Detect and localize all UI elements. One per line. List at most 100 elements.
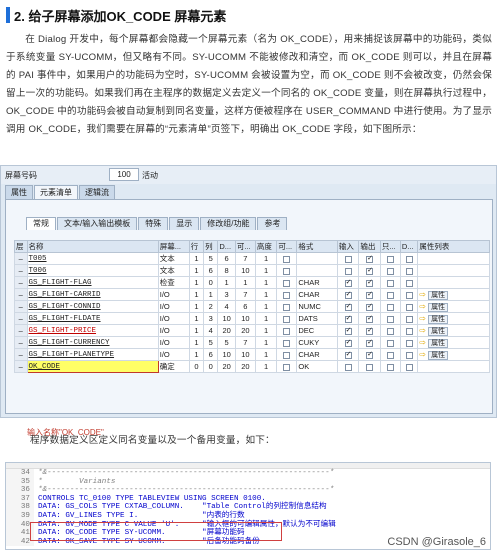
checkbox[interactable]: [366, 266, 374, 275]
element-name-cell[interactable]: GS_FLIGHT-CURRENCY: [26, 336, 159, 349]
element-name-cell[interactable]: GS_FLIGHT-PRICE: [26, 324, 159, 337]
attributes-button[interactable]: 属性: [428, 326, 449, 336]
element-type-cell[interactable]: I/O: [157, 336, 190, 349]
deflength-cell[interactable]: 1: [217, 276, 236, 289]
vislength-cell[interactable]: 7: [234, 252, 256, 265]
scroll-checkbox-cell[interactable]: [276, 252, 298, 265]
input-checkbox-cell[interactable]: [336, 336, 360, 349]
checkbox[interactable]: [344, 278, 352, 287]
element-name-cell[interactable]: T005: [26, 252, 159, 265]
dropdown-checkbox-cell[interactable]: [399, 336, 419, 349]
checkbox[interactable]: [344, 255, 352, 263]
dropdown-checkbox-cell[interactable]: [399, 312, 419, 325]
checkbox[interactable]: [386, 279, 394, 287]
height-cell[interactable]: 1: [254, 360, 278, 373]
input-checkbox-cell[interactable]: [336, 252, 360, 265]
checkbox[interactable]: [344, 326, 352, 335]
format-cell[interactable]: CHAR: [296, 348, 338, 361]
element-type-cell[interactable]: I/O: [157, 324, 190, 337]
element-name-cell[interactable]: GS_FLIGHT-PLANETYPE: [26, 348, 159, 361]
readonly-checkbox-cell[interactable]: [379, 312, 401, 325]
checkbox[interactable]: [283, 315, 291, 323]
row-selector[interactable]: –: [14, 300, 28, 313]
attributes-button[interactable]: 属性: [428, 338, 449, 348]
checkbox[interactable]: [366, 290, 374, 299]
row-selector[interactable]: –: [14, 324, 28, 337]
checkbox[interactable]: [283, 255, 291, 263]
line-cell[interactable]: 1: [188, 252, 205, 265]
attributes-cell[interactable]: ⇨ 属性: [417, 312, 490, 325]
line-cell[interactable]: 1: [188, 348, 205, 361]
height-cell[interactable]: 1: [254, 324, 278, 337]
line-cell[interactable]: 1: [188, 276, 205, 289]
element-type-cell[interactable]: I/O: [157, 348, 190, 361]
column-cell[interactable]: 5: [203, 252, 219, 265]
output-checkbox-cell[interactable]: [358, 252, 381, 265]
checkbox[interactable]: [344, 350, 352, 359]
column-cell[interactable]: 2: [203, 300, 219, 313]
scroll-checkbox-cell[interactable]: [276, 348, 298, 361]
subtab-general[interactable]: 常规: [26, 217, 56, 230]
element-name-cell[interactable]: GS_FLIGHT-FLDATE: [26, 312, 159, 325]
checkbox[interactable]: [386, 339, 394, 347]
scroll-checkbox-cell[interactable]: [276, 336, 298, 349]
checkbox[interactable]: [366, 254, 374, 263]
height-cell[interactable]: 1: [254, 336, 278, 349]
output-checkbox-cell[interactable]: [358, 300, 381, 313]
scroll-checkbox-cell[interactable]: [276, 264, 298, 277]
vislength-cell[interactable]: 7: [234, 288, 256, 301]
deflength-cell[interactable]: 6: [217, 252, 236, 265]
dropdown-checkbox-cell[interactable]: [399, 252, 419, 265]
element-name-cell[interactable]: T006: [26, 264, 159, 277]
attributes-cell[interactable]: [417, 360, 490, 373]
tab-attributes[interactable]: 属性: [5, 185, 33, 199]
dropdown-checkbox-cell[interactable]: [399, 288, 419, 301]
attributes-cell[interactable]: ⇨ 属性: [417, 348, 490, 361]
subtab-special[interactable]: 特殊: [138, 217, 169, 230]
input-checkbox-cell[interactable]: [336, 300, 360, 313]
vislength-cell[interactable]: 6: [234, 300, 256, 313]
height-cell[interactable]: 1: [254, 276, 278, 289]
checkbox[interactable]: [283, 267, 291, 275]
input-checkbox-cell[interactable]: [336, 312, 360, 325]
height-cell[interactable]: 1: [254, 288, 278, 301]
column-cell[interactable]: 4: [203, 324, 219, 337]
deflength-cell[interactable]: 4: [217, 300, 236, 313]
output-checkbox-cell[interactable]: [358, 324, 381, 337]
readonly-checkbox-cell[interactable]: [379, 324, 401, 337]
column-cell[interactable]: 6: [203, 348, 219, 361]
subtab-text-io[interactable]: 文本/输入输出模板: [57, 217, 138, 230]
checkbox[interactable]: [386, 291, 394, 299]
checkbox[interactable]: [283, 363, 291, 371]
attributes-cell[interactable]: ⇨ 属性: [417, 288, 490, 301]
checkbox[interactable]: [405, 279, 413, 287]
checkbox[interactable]: [405, 255, 413, 263]
attributes-button[interactable]: 属性: [428, 302, 449, 312]
input-checkbox-cell[interactable]: [336, 276, 360, 289]
readonly-checkbox-cell[interactable]: [379, 252, 401, 265]
checkbox[interactable]: [386, 315, 394, 323]
checkbox[interactable]: [366, 350, 374, 359]
row-selector[interactable]: –: [14, 336, 28, 349]
tab-flow-logic[interactable]: 逻辑流: [79, 185, 115, 199]
column-cell[interactable]: 6: [203, 264, 219, 277]
row-selector[interactable]: –: [14, 348, 28, 361]
checkbox[interactable]: [283, 291, 291, 299]
format-cell[interactable]: OK: [296, 360, 338, 373]
output-checkbox-cell[interactable]: [358, 288, 381, 301]
format-cell[interactable]: DEC: [296, 324, 338, 337]
format-cell[interactable]: DATS: [296, 312, 338, 325]
readonly-checkbox-cell[interactable]: [379, 348, 401, 361]
deflength-cell[interactable]: 3: [217, 288, 236, 301]
line-cell[interactable]: 1: [188, 324, 205, 337]
line-cell[interactable]: 0: [188, 360, 205, 373]
deflength-cell[interactable]: 20: [217, 324, 236, 337]
vislength-cell[interactable]: 10: [234, 264, 256, 277]
row-selector[interactable]: –: [14, 264, 28, 277]
line-cell[interactable]: 1: [188, 264, 205, 277]
checkbox[interactable]: [405, 291, 413, 299]
checkbox[interactable]: [344, 314, 352, 323]
attributes-cell[interactable]: ⇨ 属性: [417, 300, 490, 313]
checkbox[interactable]: [366, 314, 374, 323]
row-selector[interactable]: –: [14, 252, 28, 265]
